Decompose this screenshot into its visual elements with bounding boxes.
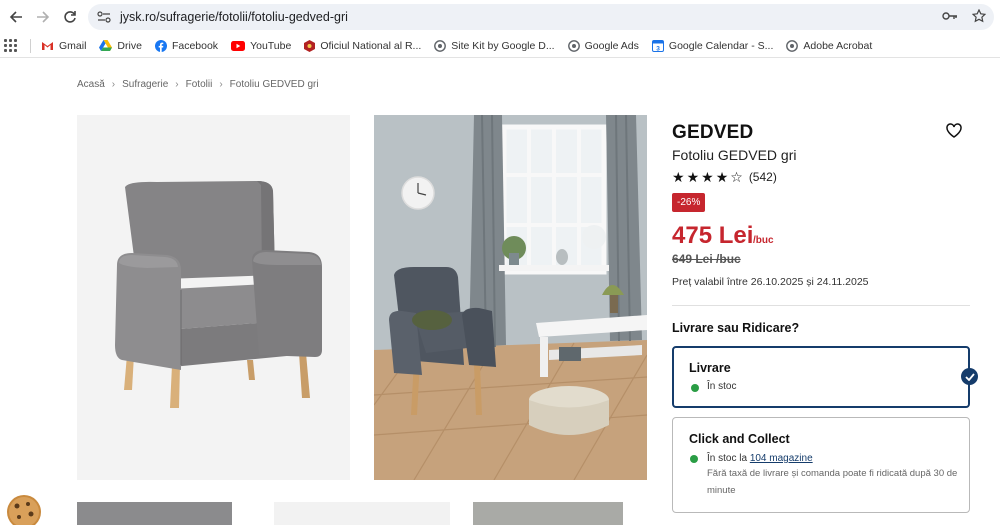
- breadcrumb: Acasă › Sufragerie › Fotolii › Fotoliu G…: [77, 79, 319, 90]
- current-price: 475 Lei: [672, 222, 754, 249]
- star-filled-icon: ★: [701, 169, 714, 185]
- product-rating[interactable]: ★ ★ ★ ★ ☆ (542): [672, 170, 777, 184]
- url-text: jysk.ro/sufragerie/fotolii/fotoliu-gedve…: [120, 10, 348, 24]
- star-filled-icon: ★: [686, 169, 700, 185]
- youtube-icon: [231, 40, 246, 51]
- thumbnail-1[interactable]: [77, 502, 232, 525]
- room-scene-photo: [374, 115, 647, 480]
- bookmarks-bar: Gmail Drive Facebook YouTube Oficiul Nat…: [0, 34, 1000, 58]
- bookmark-label: Oficiul National al R...: [320, 39, 422, 52]
- delivery-option-click-and-collect[interactable]: Click and Collect În stoc la 104 magazin…: [672, 417, 970, 513]
- bookmark-label: Facebook: [171, 39, 219, 52]
- chevron-right-icon: ›: [175, 79, 179, 90]
- wishlist-button[interactable]: [946, 123, 962, 139]
- globe-icon: [786, 39, 799, 52]
- bookmark-facebook[interactable]: Facebook: [154, 39, 219, 52]
- google-drive-icon: [99, 40, 113, 51]
- stock-status-prefix: În stoc la: [707, 453, 750, 464]
- in-stock-dot-icon: [691, 384, 699, 392]
- apps-grid-icon[interactable]: [4, 38, 18, 53]
- delivery-section-title: Livrare sau Ridicare?: [672, 321, 800, 335]
- in-stock-dot-icon: [690, 455, 698, 463]
- breadcrumb-current: Fotoliu GEDVED gri: [229, 79, 319, 90]
- product-name: Fotoliu GEDVED gri: [672, 147, 797, 163]
- bookmarks-divider: [30, 38, 31, 53]
- star-filled-icon: ★: [715, 169, 729, 185]
- cookie-settings-button[interactable]: [4, 490, 44, 529]
- arrow-right-icon: [37, 10, 50, 23]
- delivery-option-title: Click and Collect: [689, 432, 790, 446]
- breadcrumb-fotolii[interactable]: Fotolii: [186, 79, 213, 90]
- arrow-left-icon: [9, 10, 22, 23]
- bookmark-youtube[interactable]: YouTube: [231, 40, 291, 52]
- bookmark-label: Google Calendar - S...: [668, 39, 774, 52]
- collect-note: Fără taxă de livrare și comanda poate fi…: [707, 468, 958, 496]
- bookmark-label: Google Ads: [584, 39, 639, 52]
- cookie-icon: [7, 495, 41, 529]
- selected-check-icon: [961, 368, 978, 385]
- delivery-option-title: Livrare: [689, 361, 731, 375]
- product-image-room[interactable]: [374, 115, 647, 480]
- old-price: 649 Lei /buc: [672, 252, 741, 266]
- site-info-icon[interactable]: [96, 9, 112, 25]
- price-validity: Preț valabil între 26.10.2025 și 24.11.2…: [672, 276, 869, 288]
- bookmark-label: YouTube: [250, 39, 292, 52]
- gmail-icon: [42, 41, 53, 50]
- password-key-icon[interactable]: [942, 11, 958, 21]
- thumbnail-2[interactable]: [274, 502, 450, 525]
- bookmark-label: Site Kit by Google D...: [451, 39, 555, 52]
- section-divider: [672, 305, 970, 306]
- bookmark-label: Adobe Acrobat: [803, 39, 873, 52]
- stock-status: În stoc: [707, 381, 737, 392]
- stores-link[interactable]: 104 magazine: [750, 453, 813, 464]
- bookmark-google-calendar[interactable]: 3 Google Calendar - S...: [651, 39, 774, 52]
- price-unit: /buc: [753, 235, 774, 246]
- chevron-right-icon: ›: [111, 79, 116, 90]
- heart-icon: [946, 123, 962, 138]
- rating-count[interactable]: (542): [749, 170, 777, 184]
- bookmark-osim[interactable]: Oficiul National al R...: [304, 39, 422, 52]
- calendar-icon: 3: [651, 39, 664, 52]
- bookmark-label: Drive: [117, 39, 142, 52]
- bookmark-drive[interactable]: Drive: [99, 40, 142, 52]
- bookmark-adobe-acrobat[interactable]: Adobe Acrobat: [786, 40, 872, 52]
- armchair-photo: [115, 181, 322, 408]
- globe-icon: [434, 39, 447, 52]
- back-button[interactable]: [5, 6, 27, 28]
- chevron-right-icon: ›: [219, 79, 223, 90]
- stock-status: În stoc la 104 magazine: [707, 453, 813, 464]
- browser-toolbar: jysk.ro/sufragerie/fotolii/fotoliu-gedve…: [0, 0, 1000, 33]
- facebook-icon: [154, 39, 167, 52]
- reload-button[interactable]: [59, 6, 81, 28]
- address-bar[interactable]: jysk.ro/sufragerie/fotolii/fotoliu-gedve…: [88, 4, 994, 30]
- breadcrumb-sufragerie[interactable]: Sufragerie: [122, 79, 168, 90]
- osim-logo-icon: [304, 39, 316, 52]
- globe-icon: [567, 39, 580, 52]
- star-empty-icon: ☆: [730, 169, 743, 185]
- reload-icon: [64, 10, 76, 23]
- forward-button[interactable]: [32, 6, 54, 28]
- bookmark-label: Gmail: [59, 39, 87, 52]
- svg-text:3: 3: [656, 45, 660, 52]
- star-filled-icon: ★: [672, 169, 685, 185]
- thumbnail-3[interactable]: [473, 502, 623, 525]
- bookmark-gmail[interactable]: Gmail: [41, 40, 86, 52]
- bookmark-star-icon[interactable]: [972, 9, 986, 23]
- product-brand: GEDVED: [672, 122, 754, 143]
- breadcrumb-home[interactable]: Acasă: [77, 79, 105, 90]
- bookmark-google-ads[interactable]: Google Ads: [567, 39, 639, 52]
- product-image-main[interactable]: [77, 115, 350, 480]
- discount-badge: -26%: [672, 193, 706, 212]
- delivery-option-livrare[interactable]: Livrare În stoc: [672, 346, 970, 408]
- bookmark-site-kit[interactable]: Site Kit by Google D...: [434, 39, 555, 52]
